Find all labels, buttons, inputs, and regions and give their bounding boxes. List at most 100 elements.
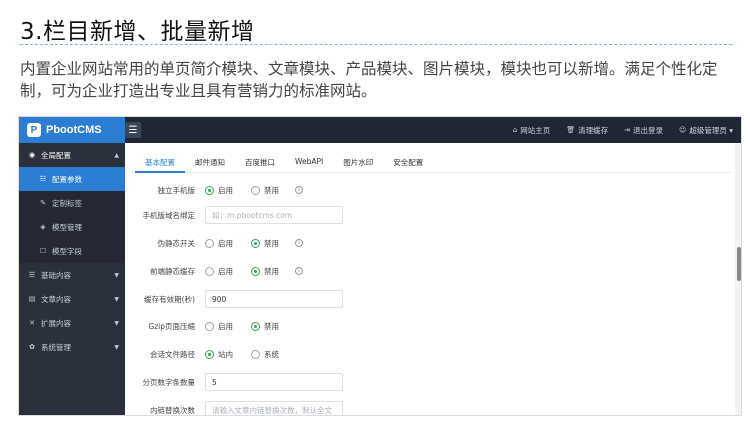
top-link-clear-cache[interactable]: 🗑 清理缓存 xyxy=(566,125,608,136)
form-row-mobile-domain: 手机版域名绑定 如：m.pbootcms.com xyxy=(125,204,735,226)
sidebar-item-system-manage[interactable]: ✿ 系统管理 ▼ xyxy=(19,335,125,359)
trash-icon: 🗑 xyxy=(566,126,576,134)
radio-enable[interactable]: 启用 xyxy=(205,266,233,277)
form-row-independent-mobile: 独立手机版 启用 禁用 i xyxy=(125,179,735,201)
radio-label: 启用 xyxy=(218,321,233,331)
form-row-page-count: 分页数字条数量 5 xyxy=(125,371,735,393)
radio-label: 禁用 xyxy=(264,266,279,276)
radio-disable[interactable]: 禁用 xyxy=(251,266,279,277)
mobile-domain-input[interactable]: 如：m.pbootcms.com xyxy=(205,206,343,224)
sidebar-item-label: 文章内容 xyxy=(41,294,71,304)
tab-security-config[interactable]: 安全配置 xyxy=(383,153,433,173)
top-bar: P PbootCMS ☰ ⌂ 网站主页 🗑 清理缓存 ⇥ 退出登录 ☺ 超级管理… xyxy=(19,117,741,143)
field-label: 独立手机版 xyxy=(157,185,196,195)
page-count-input[interactable]: 5 xyxy=(205,373,343,391)
radio-disable[interactable]: 禁用 xyxy=(251,321,279,332)
tab-image-watermark[interactable]: 图片水印 xyxy=(333,153,383,173)
chevron-down-icon: ▼ xyxy=(114,343,119,351)
form-row-inner-link: 内链替换次数 请输入文章内链替换次数，默认全文 xyxy=(125,399,735,415)
main-content: 基本配置 邮件通知 百度推口 WebAPI 图片水印 安全配置 独立手机版 启用… xyxy=(125,143,741,415)
page: 3.栏目新增、批量新增 内置企业网站常用的单页简介模块、文章模块、产品模块、图片… xyxy=(0,0,750,424)
radio-disable[interactable]: 禁用 xyxy=(251,185,279,196)
top-link-label: 超级管理员 ▾ xyxy=(689,125,733,135)
sidebar-item-label: 定制标签 xyxy=(52,198,82,208)
radio-system[interactable]: 系统 xyxy=(251,349,279,360)
tab-baidu-push[interactable]: 百度推口 xyxy=(235,153,285,173)
top-link-label: 网站主页 xyxy=(520,125,551,135)
radio-enable[interactable]: 启用 xyxy=(205,321,233,332)
form-row-cache-period: 缓存有效期(秒) 900 xyxy=(125,288,735,310)
cache-period-input[interactable]: 900 xyxy=(205,290,343,308)
file-icon: ▤ xyxy=(28,295,36,303)
info-icon[interactable]: i xyxy=(295,267,303,275)
sidebar-item-custom-tags[interactable]: ✎ 定制标签 xyxy=(19,191,125,215)
top-link-label: 清理缓存 xyxy=(578,125,609,135)
radio-dot xyxy=(251,321,260,331)
radio-dot xyxy=(205,185,214,195)
radio-label: 禁用 xyxy=(264,185,279,195)
radio-dot xyxy=(251,266,260,276)
app-screenshot: P PbootCMS ☰ ⌂ 网站主页 🗑 清理缓存 ⇥ 退出登录 ☺ 超级管理… xyxy=(18,116,742,416)
radio-label: 启用 xyxy=(218,266,233,276)
sidebar-item-model-fields[interactable]: ☐ 模型字段 xyxy=(19,239,125,263)
radio-disable[interactable]: 禁用 xyxy=(251,238,279,249)
radio-enable[interactable]: 启用 xyxy=(205,238,233,249)
radio-site[interactable]: 站内 xyxy=(205,349,233,360)
info-icon[interactable]: i xyxy=(295,186,303,194)
radio-label: 禁用 xyxy=(264,321,279,331)
sliders-icon: ☷ xyxy=(39,175,47,183)
sidebar-item-extended-content[interactable]: ✕ 扩展内容 ▼ xyxy=(19,311,125,335)
sidebar-item-label: 系统管理 xyxy=(41,342,71,352)
top-link-home[interactable]: ⌂ 网站主页 xyxy=(513,125,550,136)
field-label: 手机版域名绑定 xyxy=(142,210,196,220)
sidebar-item-label: 模型字段 xyxy=(52,246,82,256)
scrollbar[interactable] xyxy=(735,143,741,415)
radio-label: 禁用 xyxy=(264,238,279,248)
list-icon: ☰ xyxy=(28,271,36,279)
info-icon[interactable]: i xyxy=(295,239,303,247)
field-label: 内链替换次数 xyxy=(150,405,195,415)
logo-icon: P xyxy=(27,123,41,137)
sidebar-item-config-params[interactable]: ☷ 配置参数 xyxy=(19,167,125,191)
top-link-user[interactable]: ☺ 超级管理员 ▾ xyxy=(679,125,733,136)
sidebar-item-article-content[interactable]: ▤ 文章内容 ▼ xyxy=(19,287,125,311)
sidebar-item-model-manage[interactable]: ◈ 模型管理 xyxy=(19,215,125,239)
sidebar-item-global-config[interactable]: ◉ 全局配置 ▲ xyxy=(19,143,125,167)
top-link-label: 退出登录 xyxy=(633,125,664,135)
tab-webapi[interactable]: WebAPI xyxy=(285,153,333,173)
top-link-logout[interactable]: ⇥ 退出登录 xyxy=(624,125,663,136)
radio-dot xyxy=(251,349,260,359)
radio-enable[interactable]: 启用 xyxy=(205,185,233,196)
radio-label: 站内 xyxy=(218,349,233,359)
home-icon: ⌂ xyxy=(512,126,518,134)
menu-toggle-icon[interactable]: ☰ xyxy=(125,122,141,138)
gear-icon: ✿ xyxy=(29,343,35,351)
radio-label: 系统 xyxy=(264,349,279,359)
tab-email-notify[interactable]: 邮件通知 xyxy=(185,153,235,173)
form-row-pseudo-static: 伪静态开关 启用 禁用 i xyxy=(125,232,735,254)
field-label: Gzip页面压缩 xyxy=(148,321,195,331)
radio-label: 启用 xyxy=(218,238,233,248)
field-label: 前端静态缓存 xyxy=(150,266,195,276)
tab-bar: 基本配置 邮件通知 百度推口 WebAPI 图片水印 安全配置 xyxy=(135,153,731,173)
tab-basic-config[interactable]: 基本配置 xyxy=(135,153,185,173)
logo[interactable]: P PbootCMS xyxy=(19,117,125,143)
sidebar-item-label: 全局配置 xyxy=(41,150,71,160)
radio-label: 启用 xyxy=(218,185,233,195)
sidebar: ◉ 全局配置 ▲ ☷ 配置参数 ✎ 定制标签 ◈ 模型管理 ☐ 模型字段 ☰ 基… xyxy=(19,143,125,415)
sidebar-item-basic-content[interactable]: ☰ 基础内容 ▼ xyxy=(19,263,125,287)
globe-icon: ◉ xyxy=(28,151,36,159)
radio-dot xyxy=(205,266,214,276)
sidebar-item-label: 扩展内容 xyxy=(41,318,71,328)
radio-dot xyxy=(251,185,260,195)
user-icon: ☺ xyxy=(679,126,687,134)
chevron-down-icon: ▼ xyxy=(114,271,119,279)
scrollbar-thumb[interactable] xyxy=(737,247,741,281)
cube-icon: ◈ xyxy=(40,223,46,231)
inner-link-input[interactable]: 请输入文章内链替换次数，默认全文 xyxy=(205,401,343,415)
radio-dot xyxy=(205,238,214,248)
field-label: 缓存有效期(秒) xyxy=(144,294,195,304)
chevron-down-icon: ▼ xyxy=(114,295,119,303)
radio-dot xyxy=(205,349,214,359)
sidebar-item-label: 基础内容 xyxy=(41,270,71,280)
